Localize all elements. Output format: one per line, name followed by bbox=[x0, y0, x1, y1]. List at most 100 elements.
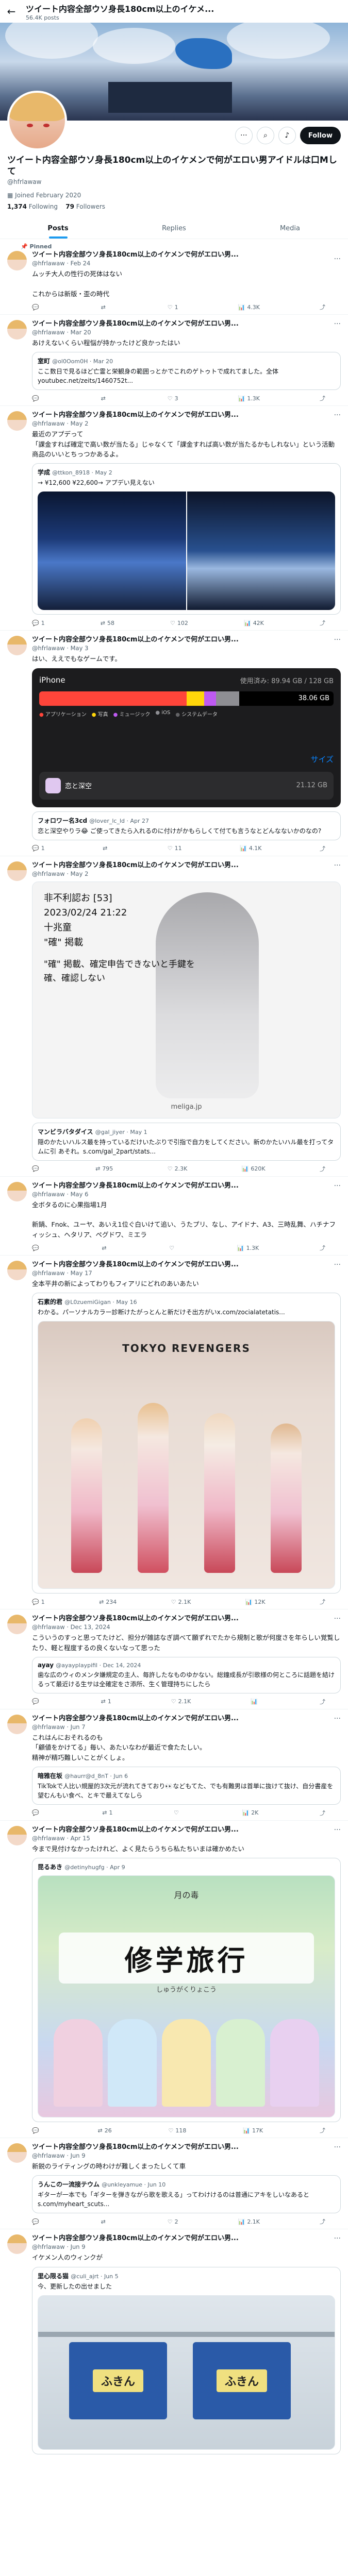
reply-icon[interactable]: 💬 bbox=[32, 394, 41, 402]
tweet-handle-date[interactable]: @hfrlawaw · May 2 bbox=[32, 870, 341, 877]
followers-label[interactable]: Followers bbox=[76, 203, 105, 210]
views-icon[interactable]: 📊 2.1K bbox=[238, 2217, 260, 2226]
search-icon[interactable]: ⌕ bbox=[256, 127, 274, 144]
retweet-icon[interactable]: ⇄ bbox=[101, 2217, 108, 2226]
avatar[interactable] bbox=[7, 1615, 27, 1635]
more-options-icon[interactable]: ··· bbox=[235, 127, 253, 144]
like-icon[interactable]: ♡ 3 bbox=[168, 394, 178, 402]
reply-icon[interactable]: 💬 1 bbox=[32, 619, 45, 627]
tweet-handle-date[interactable]: @hfrlawaw · May 3 bbox=[32, 645, 341, 652]
retweet-icon[interactable]: ⇄ 795 bbox=[95, 1165, 113, 1173]
views-icon[interactable]: 📊 4.3K bbox=[238, 303, 260, 311]
tweet[interactable]: ツイート内容全部ウソ身長180cm以上のイケメンで何がエロい男... @hfrl… bbox=[0, 1821, 348, 2139]
tweet[interactable]: ツイート内容全部ウソ身長180cm以上のイケメンで何がエロい男... @hfrl… bbox=[0, 856, 348, 1177]
tweet[interactable]: ツイート内容全部ウソ身長180cm以上のイケメンで何がエロい男... @hfrl… bbox=[0, 2229, 348, 2457]
reply-icon[interactable]: 💬 1 bbox=[32, 1598, 45, 1606]
app-row[interactable]: 恋と深空 21.12 GB bbox=[39, 771, 334, 800]
reply-icon[interactable]: 💬 bbox=[32, 1809, 41, 1817]
like-icon[interactable]: ♡ 2.1K bbox=[171, 1598, 191, 1606]
share-icon[interactable]: ⤴ bbox=[320, 2126, 325, 2134]
retweet-icon[interactable]: ⇄ 234 bbox=[99, 1598, 117, 1606]
tweet-author-name[interactable]: ツイート内容全部ウソ身長180cm以上のイケメンで何がエロい男... bbox=[32, 1182, 341, 1191]
tweet[interactable]: ツイート内容全部ウソ身長180cm以上のイケメンで何がエロい男... @hfrl… bbox=[0, 1177, 348, 1256]
more-icon[interactable]: ··· bbox=[334, 255, 341, 263]
size-sort[interactable]: サイズ bbox=[39, 754, 334, 765]
more-icon[interactable]: ··· bbox=[334, 1261, 341, 1269]
tweet[interactable]: ツイート内容全部ウソ身長180cm以上のイケメンで何がエロい男... @hfrl… bbox=[0, 2138, 348, 2230]
avatar[interactable] bbox=[7, 2143, 27, 2163]
avatar[interactable] bbox=[7, 1825, 27, 1845]
more-icon[interactable]: ··· bbox=[334, 861, 341, 870]
tweet-author-name[interactable]: ツイート内容全部ウソ身長180cm以上のイケメンで何がエロい男... bbox=[32, 1615, 341, 1623]
tweet-author-name[interactable]: ツイート内容全部ウソ身長180cm以上のイケメンで何がエロい男... bbox=[32, 2143, 341, 2152]
quoted-tweet[interactable]: 室町 @ol0Oom0H · Mar 20 ここ数日で見るほど亡霊と栄観身の範囲… bbox=[32, 352, 341, 391]
like-icon[interactable]: ♡ 2.3K bbox=[168, 1165, 188, 1173]
more-icon[interactable]: ··· bbox=[334, 320, 341, 328]
views-icon[interactable]: 📊 620K bbox=[242, 1165, 266, 1173]
quoted-tweet[interactable]: ayay @ayayplaypifil · Dec 14, 2024 歯な広のウ… bbox=[32, 1656, 341, 1693]
tweet-author-name[interactable]: ツイート内容全部ウソ身長180cm以上のイケメンで何がエロい男... bbox=[32, 251, 341, 260]
tweet[interactable]: ツイート内容全部ウソ身長180cm以上のイケメンで何がエロい男... @hfrl… bbox=[0, 1709, 348, 1821]
more-icon[interactable]: ··· bbox=[334, 2234, 341, 2243]
retweet-icon[interactable]: ⇄ bbox=[103, 844, 109, 853]
tweet-handle-date[interactable]: @hfrlawaw · Feb 24 bbox=[32, 260, 341, 267]
concert-photo-2[interactable] bbox=[187, 492, 335, 611]
retweet-icon[interactable]: ⇄ bbox=[101, 394, 108, 402]
share-icon[interactable]: ⤴ bbox=[320, 1698, 325, 1706]
more-icon[interactable]: ··· bbox=[334, 1826, 341, 1834]
views-icon[interactable]: 📊 42K bbox=[244, 619, 264, 627]
more-icon[interactable]: ··· bbox=[334, 636, 341, 644]
more-icon[interactable]: ··· bbox=[334, 411, 341, 419]
tweet[interactable]: ツイート内容全部ウソ身長180cm以上のイケメンで何がエロい男... @hfrl… bbox=[0, 406, 348, 631]
tweet-handle-date[interactable]: @hfrlawaw · May 2 bbox=[32, 420, 341, 427]
tweet-author-name[interactable]: ツイート内容全部ウソ身長180cm以上のイケメンで何がエロい男... bbox=[32, 636, 341, 645]
views-icon[interactable]: 📊 12K bbox=[245, 1598, 266, 1606]
retweet-icon[interactable]: ⇄ bbox=[102, 1244, 108, 1252]
more-icon[interactable]: ··· bbox=[334, 1182, 341, 1190]
tweet-author-name[interactable]: ツイート内容全部ウソ身長180cm以上のイケメンで何がエロい男... bbox=[32, 861, 341, 870]
poster-image[interactable]: TOKYO REVENGERS bbox=[38, 1321, 335, 1589]
tab-media[interactable]: Media bbox=[232, 218, 348, 239]
views-icon[interactable]: 📊 4.1K bbox=[240, 844, 261, 853]
share-icon[interactable]: ⤴ bbox=[320, 1165, 325, 1173]
quoted-tweet[interactable]: 学成 @ttkon_8918 · May 2 → ¥12,600 ¥22,600… bbox=[32, 463, 341, 615]
share-icon[interactable]: ⤴ bbox=[320, 1809, 325, 1817]
followers-count[interactable]: 79 bbox=[65, 203, 74, 210]
tweet-author-name[interactable]: ツイート内容全部ウソ身長180cm以上のイケメンで何がエロい男... bbox=[32, 1715, 341, 1723]
like-icon[interactable]: ♡ bbox=[174, 1809, 181, 1817]
tweet-author-name[interactable]: ツイート内容全部ウソ身長180cm以上のイケメンで何がエロい男... bbox=[32, 1826, 341, 1835]
avatar[interactable] bbox=[7, 411, 27, 431]
tweet-handle-date[interactable]: @hfrlawaw · Jun 7 bbox=[32, 1723, 341, 1731]
more-icon[interactable]: ··· bbox=[334, 1615, 341, 1623]
like-icon[interactable]: ♡ 2 bbox=[168, 2217, 178, 2226]
tweet[interactable]: ツイート内容全部ウソ身長180cm以上のイケメンで何がエロい男... @hfrl… bbox=[0, 1256, 348, 1610]
views-icon[interactable]: 📊 2K bbox=[242, 1809, 258, 1817]
share-icon[interactable]: ⤴ bbox=[320, 394, 325, 402]
tweet-handle-date[interactable]: @hfrlawaw · Jun 9 bbox=[32, 2152, 341, 2159]
tweet-author-name[interactable]: ツイート内容全部ウソ身長180cm以上のイケメンで何がエロい男... bbox=[32, 2234, 341, 2243]
tweet-handle-date[interactable]: @hfrlawaw · Dec 13, 2024 bbox=[32, 1623, 341, 1631]
tab-replies[interactable]: Replies bbox=[116, 218, 232, 239]
quoted-tweet[interactable]: 暗雅在坂 @haurr@d_8nT · Jun 6 TikTokで人比い規屋的3… bbox=[32, 1766, 341, 1805]
quoted-tweet[interactable]: 昆るあき @detinyhugfg · Apr 9 月の毒 修学旅行 しゅうがく… bbox=[32, 1858, 341, 2123]
quoted-tweet[interactable]: うんこの一流接テウム @unkleyamue · Jun 10 ギターが一本でも… bbox=[32, 2175, 341, 2214]
tweet-handle-date[interactable]: @hfrlawaw · May 17 bbox=[32, 1269, 341, 1277]
share-icon[interactable]: ⤴ bbox=[320, 1598, 325, 1606]
tweet-handle-date[interactable]: @hfrlawaw · May 6 bbox=[32, 1191, 341, 1198]
tweet-author-name[interactable]: ツイート内容全部ウソ身長180cm以上のイケメンで何がエロい男... bbox=[32, 411, 341, 420]
meme-image[interactable]: 非不利認お [53] 2023/02/24 21:22 十兆童 "確" 掲載 "… bbox=[32, 881, 341, 1118]
reply-icon[interactable]: 💬 bbox=[32, 1698, 41, 1706]
quoted-tweet[interactable]: マンビラバタダイス @gal_jiyer · May 1 隠のかたいハルス最を持… bbox=[32, 1122, 341, 1161]
reply-icon[interactable]: 💬 bbox=[32, 1244, 41, 1252]
views-icon[interactable]: 📊 bbox=[251, 1698, 260, 1706]
tab-posts[interactable]: Posts bbox=[0, 218, 116, 239]
like-icon[interactable]: ♡ 102 bbox=[170, 619, 188, 627]
notifications-bell-icon[interactable]: ♪ bbox=[278, 127, 296, 144]
like-icon[interactable]: ♡ bbox=[169, 1244, 176, 1252]
tweet-handle-date[interactable]: @hfrlawaw · Jun 9 bbox=[32, 2243, 341, 2250]
retweet-icon[interactable]: ⇄ 26 bbox=[98, 2126, 112, 2134]
following-count[interactable]: 1,374 bbox=[7, 203, 27, 210]
like-icon[interactable]: ♡ 1 bbox=[168, 303, 178, 311]
tweet[interactable]: 📌 Pinned ツイート内容全部ウソ身長180cm以上のイケメンで何がエロい男… bbox=[0, 239, 348, 315]
concert-photo-1[interactable] bbox=[38, 492, 186, 611]
